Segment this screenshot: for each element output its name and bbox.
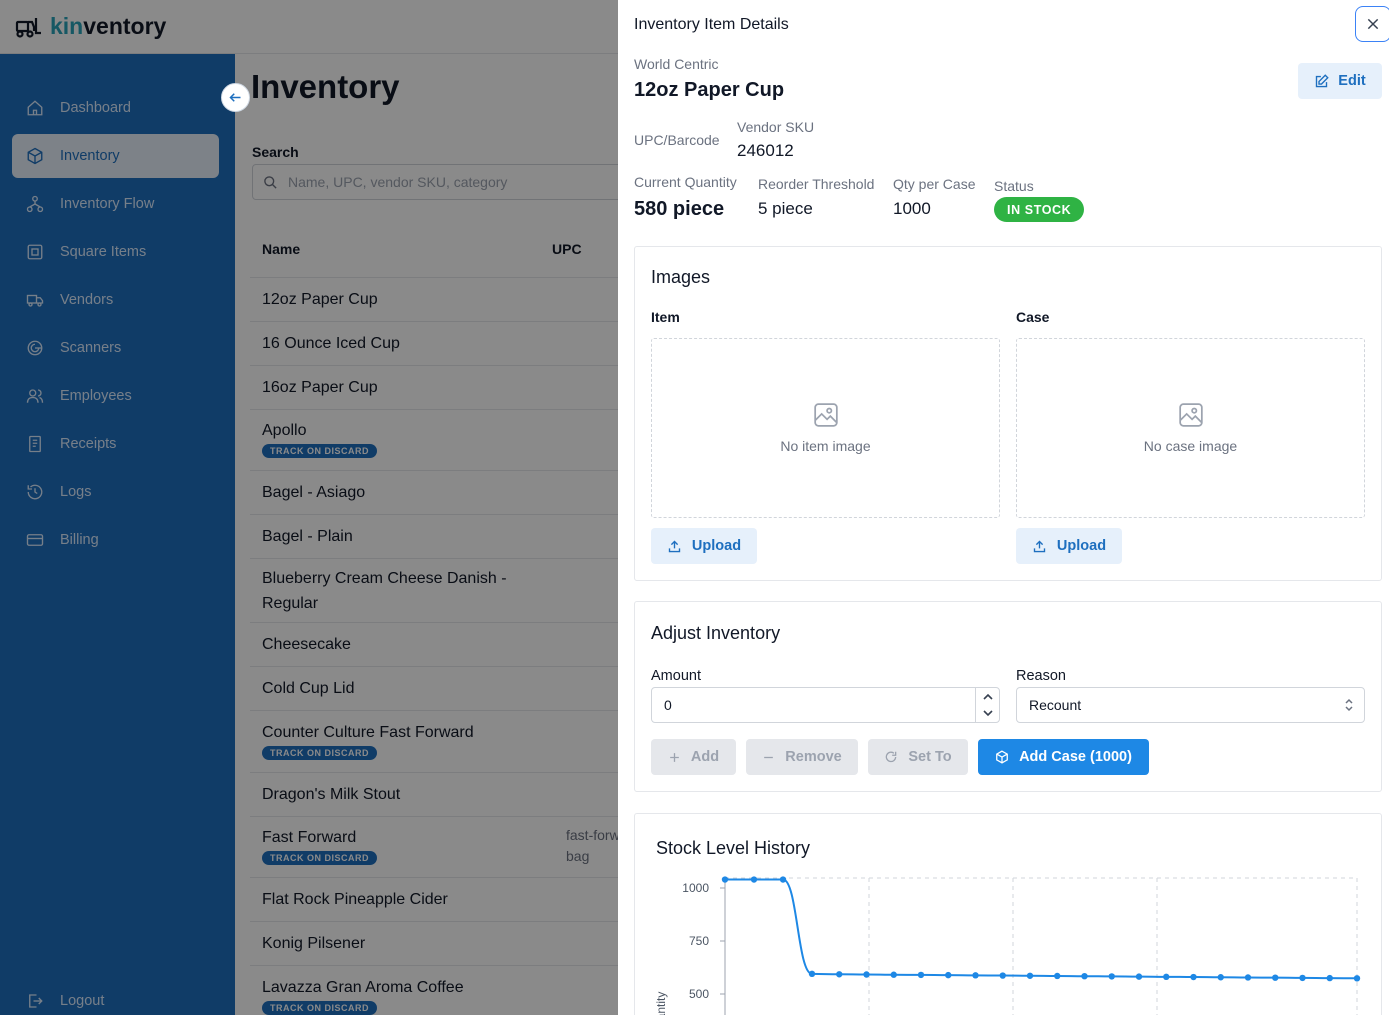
refresh-icon bbox=[886, 751, 897, 763]
data-point bbox=[972, 972, 979, 979]
amount-value: 0 bbox=[664, 697, 672, 713]
data-point bbox=[1299, 974, 1306, 982]
chevron-down-icon[interactable] bbox=[982, 710, 993, 717]
modal-backdrop[interactable] bbox=[0, 0, 618, 1015]
case-image-label: Case bbox=[1016, 309, 1050, 325]
upload-label: Upload bbox=[1056, 538, 1107, 554]
upload-label: Upload bbox=[691, 538, 742, 554]
add-case-button[interactable]: Add Case (1000) bbox=[978, 739, 1149, 775]
item-image-label: Item bbox=[651, 309, 680, 325]
data-point bbox=[1326, 974, 1333, 982]
vendor-name: World Centric bbox=[634, 56, 719, 72]
adjust-title: Adjust Inventory bbox=[651, 623, 781, 643]
status-label: Status bbox=[994, 178, 1034, 194]
data-point bbox=[999, 972, 1006, 979]
set-to-button[interactable]: Set To bbox=[868, 739, 968, 775]
status-badge: IN STOCK bbox=[994, 197, 1085, 222]
set-to-label: Set To bbox=[908, 749, 952, 765]
reason-label: Reason bbox=[1016, 668, 1066, 684]
no-item-image-text: No item image bbox=[780, 438, 871, 454]
upload-case-image-button[interactable]: Upload bbox=[1016, 528, 1122, 564]
y-tick-label: 750 bbox=[689, 934, 709, 948]
box-icon bbox=[996, 750, 1008, 764]
upc-label: UPC/Barcode bbox=[634, 132, 720, 148]
images-card: Images Item Case No item image No case i… bbox=[634, 246, 1382, 581]
data-point bbox=[721, 876, 729, 883]
add-button[interactable]: Add bbox=[651, 739, 736, 775]
upload-icon bbox=[1033, 540, 1046, 552]
close-icon bbox=[1367, 18, 1379, 30]
reorder-value: 5 piece bbox=[758, 199, 813, 218]
remove-label: Remove bbox=[785, 749, 842, 765]
data-point bbox=[945, 971, 952, 979]
data-point bbox=[890, 971, 897, 978]
remove-button[interactable]: Remove bbox=[746, 739, 858, 775]
adjust-inventory-card: Adjust Inventory Amount Reason 0 Recount… bbox=[634, 601, 1382, 792]
data-point bbox=[808, 970, 816, 978]
y-tick-label: 1000 bbox=[682, 881, 709, 895]
edit-icon bbox=[1316, 73, 1330, 87]
close-button[interactable] bbox=[1355, 6, 1389, 42]
reason-select[interactable]: Recount bbox=[1016, 687, 1365, 723]
minus-icon bbox=[764, 756, 774, 758]
reason-value: Recount bbox=[1029, 697, 1082, 713]
add-label: Add bbox=[690, 749, 720, 765]
data-point bbox=[1190, 973, 1197, 981]
chart-title: Stock Level History bbox=[656, 838, 810, 858]
upload-icon bbox=[668, 540, 681, 552]
data-point bbox=[1244, 974, 1252, 981]
amount-label: Amount bbox=[651, 668, 701, 684]
images-title: Images bbox=[651, 267, 711, 287]
item-details-drawer: Inventory Item Details World Centric 12o… bbox=[618, 0, 1389, 1015]
data-point bbox=[750, 876, 758, 883]
data-point bbox=[836, 971, 843, 978]
stock-line bbox=[725, 878, 1358, 980]
y-tick-label: 500 bbox=[689, 987, 709, 1001]
data-point bbox=[1108, 973, 1115, 980]
sku-label: Vendor SKU bbox=[737, 119, 815, 135]
case-image-placeholder: No case image bbox=[1016, 338, 1365, 518]
no-case-image-text: No case image bbox=[1143, 438, 1238, 454]
data-point bbox=[1026, 972, 1034, 979]
stock-history-card: Stock Level History 500 750 1000 Quantity bbox=[634, 813, 1382, 1015]
plus-icon bbox=[670, 752, 679, 762]
data-point bbox=[1081, 972, 1088, 980]
image-icon bbox=[1178, 403, 1203, 427]
upload-item-image-button[interactable]: Upload bbox=[651, 528, 757, 564]
item-image-placeholder: No item image bbox=[651, 338, 1000, 518]
stock-history-chart: Stock Level History 500 750 1000 Quantity bbox=[654, 838, 1361, 1015]
chevron-up-icon[interactable] bbox=[982, 693, 993, 700]
data-point bbox=[1353, 975, 1361, 982]
image-icon bbox=[813, 403, 838, 427]
data-point bbox=[917, 971, 925, 979]
data-point bbox=[1054, 972, 1061, 980]
case-qty-value: 1000 bbox=[893, 199, 931, 218]
data-point bbox=[1272, 974, 1279, 981]
collapse-sidebar-button[interactable] bbox=[221, 83, 250, 112]
quantity-label: Current Quantity bbox=[634, 174, 737, 190]
data-point bbox=[1217, 974, 1224, 981]
data-point bbox=[779, 876, 787, 883]
data-point bbox=[1163, 973, 1170, 981]
y-axis-label: Quantity bbox=[654, 992, 668, 1015]
edit-label: Edit bbox=[1338, 73, 1366, 89]
reorder-label: Reorder Threshold bbox=[758, 176, 875, 192]
item-name: 12oz Paper Cup bbox=[634, 79, 785, 101]
add-case-label: Add Case (1000) bbox=[1019, 749, 1132, 765]
sku-value: 246012 bbox=[737, 141, 794, 160]
quantity-value: 580 piece bbox=[634, 198, 725, 220]
amount-input[interactable]: 0 bbox=[651, 687, 1000, 723]
amount-stepper[interactable] bbox=[975, 688, 999, 722]
case-qty-label: Qty per Case bbox=[893, 176, 976, 192]
select-arrows-icon bbox=[1345, 698, 1353, 712]
data-point bbox=[863, 971, 870, 978]
data-point bbox=[1135, 973, 1143, 980]
drawer-title: Inventory Item Details bbox=[634, 16, 789, 33]
arrow-left-icon bbox=[229, 93, 241, 102]
edit-button[interactable]: Edit bbox=[1298, 63, 1382, 99]
